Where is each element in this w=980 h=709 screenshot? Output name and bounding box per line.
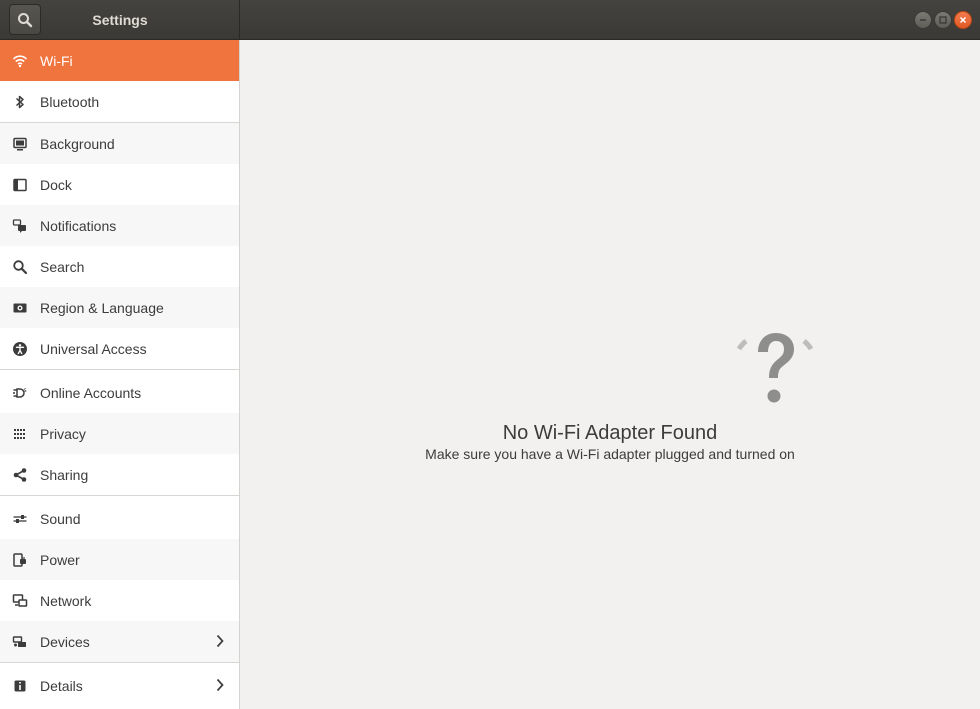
sidebar-item-power[interactable]: Power: [0, 539, 239, 580]
settings-window: Settings Wi-Fi Bluetooth Background Dock…: [0, 0, 980, 709]
sidebar-item-label: Background: [40, 135, 115, 152]
sidebar-item-label: Privacy: [40, 425, 86, 442]
sidebar-item-label: Devices: [40, 633, 90, 650]
minimize-icon: [920, 19, 926, 21]
sidebar-item-background[interactable]: Background: [0, 123, 239, 164]
sidebar-item-details[interactable]: Details: [0, 665, 239, 706]
sidebar-item-label: Wi-Fi: [40, 52, 73, 69]
sidebar-item-sharing[interactable]: Sharing: [0, 454, 239, 495]
window-title: Settings: [92, 12, 148, 28]
bluetooth-icon: [0, 81, 40, 122]
sidebar-separator: [0, 369, 239, 370]
region-icon: [0, 287, 40, 328]
sidebar-item-universal-access[interactable]: Universal Access: [0, 328, 239, 369]
sidebar-item-online-accounts[interactable]: s Online Accounts: [0, 372, 239, 413]
sidebar-item-bluetooth[interactable]: Bluetooth: [0, 81, 239, 122]
empty-state-title: No Wi-Fi Adapter Found: [502, 422, 718, 444]
sidebar-item-label: Search: [40, 258, 85, 275]
sidebar-separator: [0, 662, 239, 663]
sidebar-item-label: Sharing: [40, 466, 89, 483]
search-button[interactable]: [9, 4, 41, 35]
sidebar-item-label: Dock: [40, 176, 72, 193]
sidebar-item-label: Notifications: [40, 217, 117, 234]
sidebar-item-devices[interactable]: Devices: [0, 621, 239, 662]
empty-state-subtitle: Make sure you have a Wi-Fi adapter plugg…: [425, 446, 795, 462]
sidebar-item-search[interactable]: Search: [0, 246, 239, 287]
maximize-button[interactable]: [934, 11, 952, 29]
close-button[interactable]: [954, 11, 972, 29]
search-icon: [0, 246, 40, 287]
background-icon: [0, 123, 40, 164]
sidebar-item-label: Online Accounts: [40, 384, 142, 401]
devices-icon: [0, 621, 40, 662]
header-bar: Settings: [0, 0, 980, 40]
sidebar-item-label: Universal Access: [40, 340, 147, 357]
sidebar-item-wifi[interactable]: Wi-Fi: [0, 40, 239, 81]
sharing-icon: [0, 454, 40, 495]
power-icon: [0, 539, 40, 580]
chevron-right-icon: [216, 634, 224, 648]
sidebar: Wi-Fi Bluetooth Background Dock Notifica…: [0, 40, 240, 709]
chevron-right-icon: [216, 678, 224, 692]
sidebar-item-region-language[interactable]: Region & Language: [0, 287, 239, 328]
maximize-icon: [939, 16, 947, 24]
sidebar-separator: [0, 495, 239, 496]
sidebar-item-label: Bluetooth: [40, 93, 100, 110]
close-icon: [959, 16, 967, 24]
empty-state: No Wi-Fi Adapter Found Make sure you hav…: [240, 328, 980, 463]
notifications-icon: [0, 205, 40, 246]
sidebar-item-dock[interactable]: Dock: [0, 164, 239, 205]
sidebar-item-privacy[interactable]: Privacy: [0, 413, 239, 454]
sidebar-item-label: Sound: [40, 510, 81, 527]
header-sidebar-section: Settings: [0, 0, 240, 40]
sidebar-item-label: Power: [40, 551, 80, 568]
sidebar-item-sound[interactable]: Sound: [0, 498, 239, 539]
question-mark-icon: [736, 333, 813, 403]
search-icon: [18, 12, 33, 27]
privacy-icon: [0, 413, 40, 454]
sidebar-item-notifications[interactable]: Notifications: [0, 205, 239, 246]
network-icon: [0, 580, 40, 621]
wifi-icon: [0, 40, 40, 81]
sidebar-item-network[interactable]: Network: [0, 580, 239, 621]
details-icon: [0, 665, 40, 706]
dock-icon: [0, 164, 40, 205]
sidebar-item-label: Region & Language: [40, 299, 164, 316]
sidebar-item-label: Details: [40, 677, 83, 694]
online-accounts-icon: s: [0, 372, 40, 413]
svg-text:s: s: [24, 387, 27, 394]
sidebar-item-label: Network: [40, 592, 92, 609]
sound-icon: [0, 498, 40, 539]
minimize-button[interactable]: [914, 11, 932, 29]
main-content: No Wi-Fi Adapter Found Make sure you hav…: [240, 40, 980, 709]
window-controls: [914, 11, 972, 29]
universal-access-icon: [0, 328, 40, 369]
